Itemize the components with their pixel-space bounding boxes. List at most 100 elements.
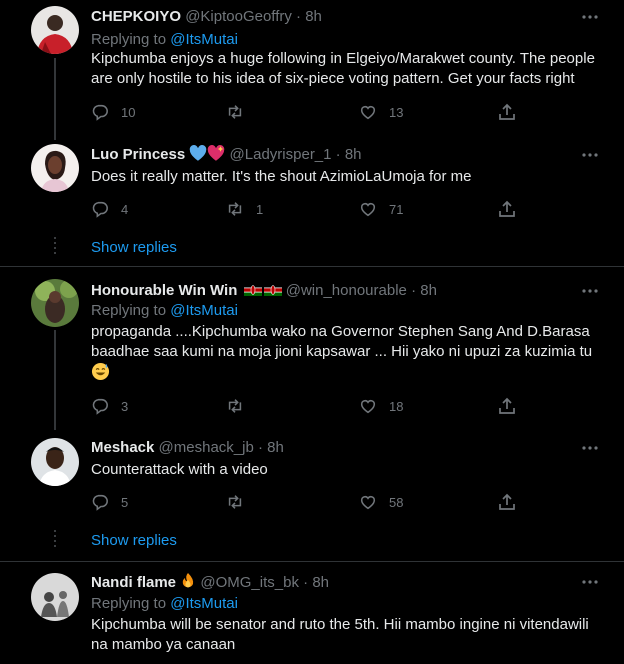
timestamp[interactable]: 8h [345,146,362,163]
avatar[interactable] [31,573,79,621]
display-name[interactable]: CHEPKOIYO [91,8,181,25]
tweet-text-content: propaganda ....Kipchumba wako na Governo… [91,323,593,360]
thread-line [54,58,56,140]
like-button[interactable]: 18 [359,396,403,416]
tweet-text: propaganda ....Kipchumba wako na Governo… [91,322,601,384]
user-handle[interactable]: @Ladyrisper_1 [230,146,332,163]
display-name[interactable]: Nandi flame [91,574,176,591]
fire-icon [182,573,194,588]
replying-to: Replying to @ItsMutai [91,594,238,614]
share-icon[interactable] [497,492,517,512]
tweet-header: Nandi flame @OMG_its_bk · 8h [91,572,329,592]
mention-link[interactable]: @ItsMutai [170,302,238,319]
share-icon[interactable] [497,199,517,219]
like-count: 18 [389,398,404,414]
like-count: 58 [389,494,404,510]
retweet-button[interactable] [226,396,256,416]
replying-label: Replying to [91,31,167,48]
retweet-count: 1 [256,201,264,217]
user-handle[interactable]: @meshack_jb [159,439,254,456]
timestamp[interactable]: 8h [420,282,437,299]
retweet-icon [228,105,242,119]
separator-dot: · [303,574,309,591]
user-handle[interactable]: @OMG_its_bk [200,574,299,591]
replying-to: Replying to @ItsMutai [91,301,238,321]
tweet-header: CHEPKOIYO @KiptooGeoffry · 8h [91,7,322,27]
display-name[interactable]: Luo Princess [91,146,185,163]
heart-icon [360,496,376,510]
replying-label: Replying to [91,595,167,612]
more-options-icon[interactable] [580,281,600,301]
separator-dot: · [335,146,341,163]
retweet-button[interactable] [226,492,256,512]
timestamp[interactable]: 8h [267,439,284,456]
more-options-icon[interactable] [580,438,600,458]
show-replies-link[interactable]: Show replies [91,531,177,551]
retweet-icon [228,202,242,216]
tweet-text: Does it really matter. It's the shout Az… [91,168,472,185]
avatar[interactable] [31,279,79,327]
user-handle[interactable]: @win_honourable [286,282,407,299]
reply-icon [92,201,108,218]
avatar[interactable] [31,6,79,54]
share-icon[interactable] [497,102,517,122]
tweet-text: Counterattack with a video [91,461,268,478]
reply-button[interactable]: 3 [91,396,128,416]
blue-heart-icon [190,145,207,161]
mention-link[interactable]: @ItsMutai [170,595,238,612]
retweet-icon [228,495,242,509]
kenya-flag-icon [263,284,282,296]
reply-icon [92,398,108,415]
reply-icon [92,494,108,511]
more-options-icon[interactable] [580,7,600,27]
display-name[interactable]: Honourable Win Win [91,282,237,299]
divider [0,266,624,267]
retweet-button[interactable]: 1 [226,199,263,219]
like-button[interactable]: 13 [359,102,403,122]
timestamp[interactable]: 8h [312,574,329,591]
thread-ellipsis [54,237,56,257]
tweet-header: Luo Princess @Ladyrisper_1 · 8h [91,145,362,165]
avatar[interactable] [31,144,79,192]
more-options-icon[interactable] [580,572,600,592]
tweet-text: Kipchumba enjoys a huge following in Elg… [91,50,595,87]
sparkling-heart-icon [208,145,225,161]
reply-button[interactable]: 4 [91,199,128,219]
replying-to: Replying to @ItsMutai [91,30,238,50]
heart-icon [360,203,376,217]
more-options-icon[interactable] [580,145,600,165]
reply-count: 4 [121,201,129,217]
tweet-header: Honourable Win Win @win_honourable · 8h [91,281,437,301]
like-button[interactable]: 58 [359,492,403,512]
display-name[interactable]: Meshack [91,439,154,456]
reply-button[interactable]: 10 [91,102,135,122]
tweet-header: Meshack @meshack_jb · 8h [91,438,284,458]
mention-link[interactable]: @ItsMutai [170,31,238,48]
reply-count: 5 [121,494,129,510]
replying-label: Replying to [91,302,167,319]
share-icon[interactable] [497,396,517,416]
separator-dot: · [296,8,302,25]
reply-count: 3 [121,398,129,414]
divider [0,561,624,562]
retweet-icon [228,399,242,413]
thread-ellipsis [54,530,56,550]
tweet-text: Kipchumba will be senator and ruto the 5… [91,616,589,653]
kenya-flag-icon [243,284,262,296]
like-count: 13 [389,104,404,120]
reply-icon [92,104,108,121]
thread-line [54,330,56,430]
like-button[interactable]: 71 [359,199,403,219]
grinning-sweat-face-icon [91,362,110,381]
user-handle[interactable]: @KiptooGeoffry [185,8,292,25]
separator-dot: · [258,439,263,456]
heart-icon [360,400,376,414]
timestamp[interactable]: 8h [305,8,322,25]
reply-button[interactable]: 5 [91,492,128,512]
separator-dot: · [411,282,417,299]
heart-icon [360,106,376,120]
avatar[interactable] [31,438,79,486]
show-replies-link[interactable]: Show replies [91,238,177,258]
reply-count: 10 [121,104,136,120]
retweet-button[interactable] [226,102,256,122]
